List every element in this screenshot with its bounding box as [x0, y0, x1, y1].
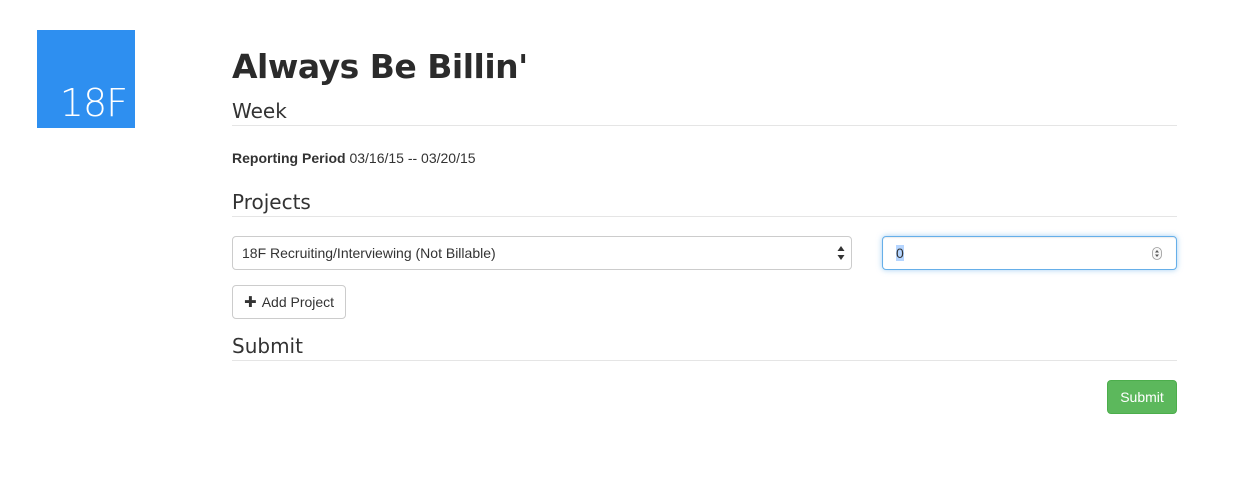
reporting-period-value: 03/16/15 -- 03/20/15	[349, 150, 476, 166]
hours-input-value: 0	[896, 245, 904, 261]
select-updown-icon	[837, 246, 845, 260]
logo-text: 18F	[59, 81, 128, 125]
project-select-value: 18F Recruiting/Interviewing (Not Billabl…	[242, 245, 496, 261]
reporting-period: Reporting Period 03/16/15 -- 03/20/15	[232, 150, 476, 166]
project-select[interactable]: 18F Recruiting/Interviewing (Not Billabl…	[232, 236, 852, 270]
add-project-label: Add Project	[261, 294, 335, 310]
section-heading-submit: Submit	[232, 336, 1177, 361]
reporting-period-label: Reporting Period	[232, 150, 346, 166]
section-heading-projects: Projects	[232, 192, 1177, 217]
submit-button[interactable]: Submit	[1107, 380, 1177, 414]
page-title: Always Be Billin'	[232, 47, 528, 86]
section-heading-week: Week	[232, 101, 1177, 126]
number-spinner-icon[interactable]	[1152, 247, 1162, 260]
plus-icon: ✚	[244, 294, 257, 311]
hours-input[interactable]: 0	[882, 236, 1177, 270]
add-project-button[interactable]: ✚ Add Project	[232, 285, 347, 319]
logo-18f: 18F	[37, 30, 135, 128]
